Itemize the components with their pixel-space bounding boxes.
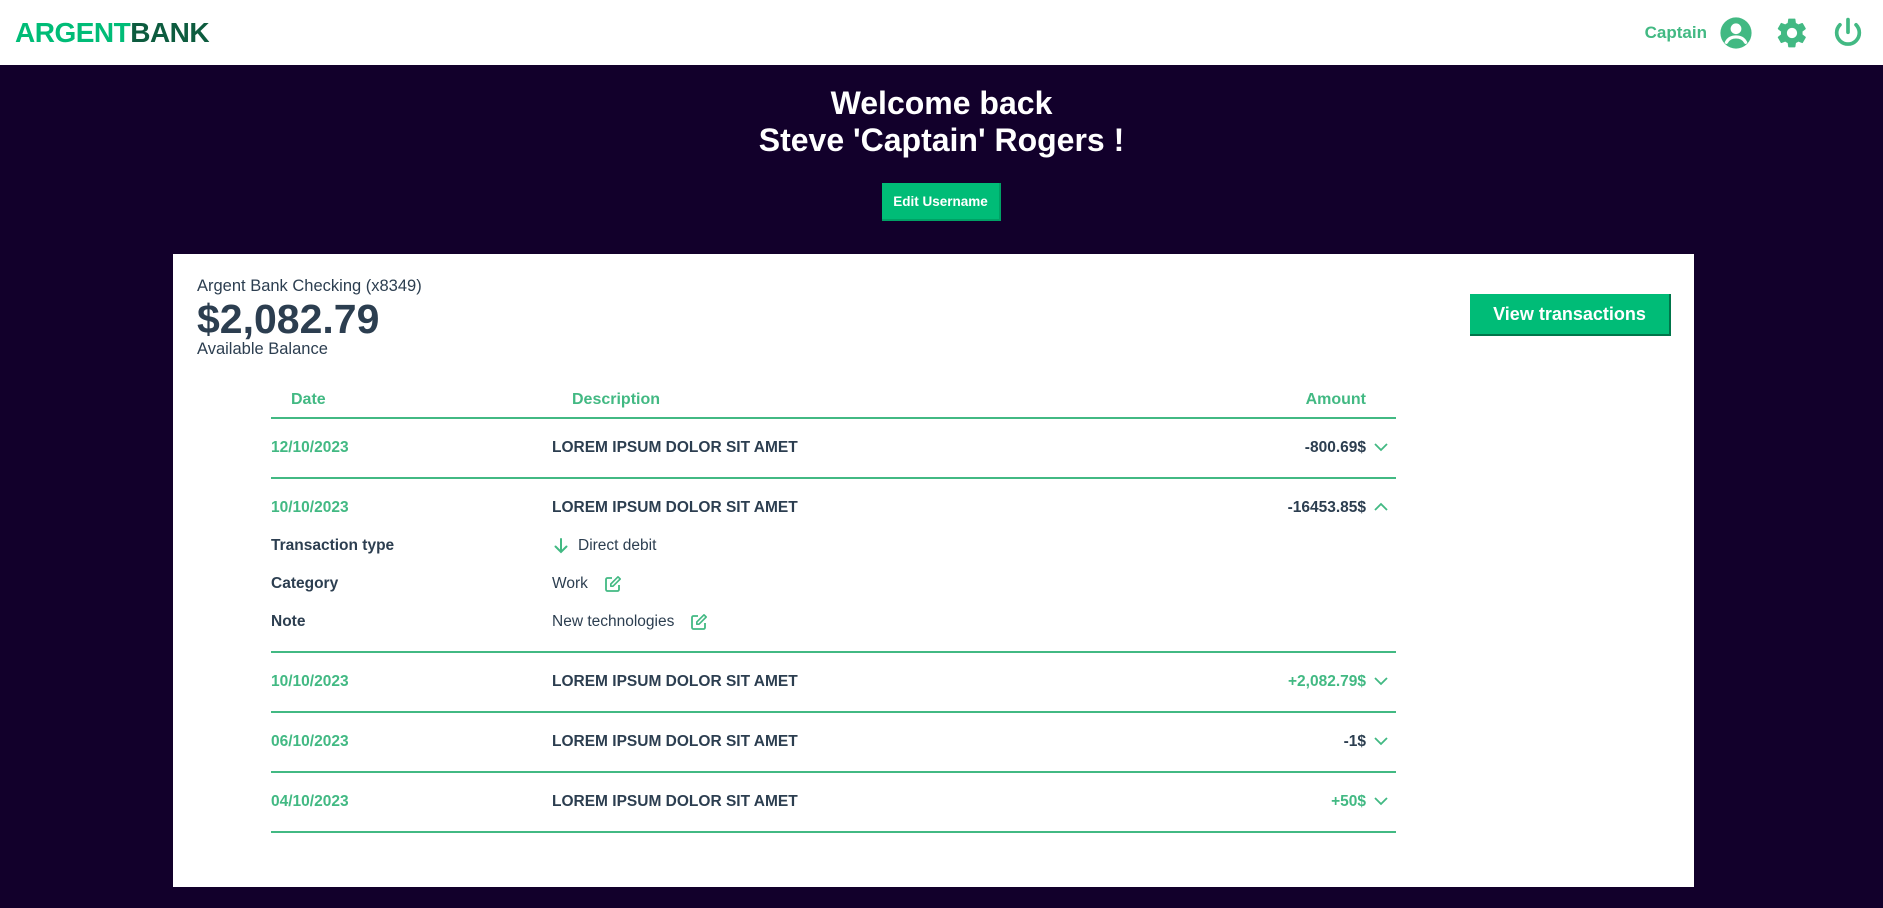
logo-part-argent: ARGENT: [15, 16, 131, 48]
transaction-amount: -800.69$: [1304, 439, 1366, 456]
welcome-header: Welcome back Steve 'Captain' Rogers ! Ed…: [0, 65, 1883, 221]
transaction-description: LOREM IPSUM DOLOR SIT AMET: [552, 733, 798, 750]
detail-value-category: Work: [552, 575, 622, 593]
transaction-date: 10/10/2023: [271, 673, 349, 690]
chevron-down-icon[interactable]: [1373, 793, 1389, 809]
transaction-description: LOREM IPSUM DOLOR SIT AMET: [552, 439, 798, 456]
edit-icon[interactable]: [690, 613, 708, 631]
transaction-amount: +2,082.79$: [1287, 673, 1366, 690]
transaction-date: 04/10/2023: [271, 793, 349, 810]
account-amount: $2,082.79: [197, 296, 380, 342]
detail-label-note: Note: [271, 613, 306, 630]
welcome-username: Steve 'Captain' Rogers !: [758, 122, 1125, 158]
column-header-date: Date: [291, 391, 326, 408]
detail-value-type: Direct debit: [552, 537, 656, 555]
nav-username-link[interactable]: Captain: [1645, 23, 1707, 43]
welcome-line-1: Welcome back: [830, 85, 1053, 121]
user-circle-icon[interactable]: [1719, 16, 1753, 50]
transaction-description: LOREM IPSUM DOLOR SIT AMET: [552, 499, 798, 516]
account-title: Argent Bank Checking (x8349): [197, 277, 422, 295]
transaction-row[interactable]: 04/10/2023 LOREM IPSUM DOLOR SIT AMET +5…: [271, 773, 1396, 833]
detail-label-category: Category: [271, 575, 339, 592]
column-header-description: Description: [572, 391, 661, 408]
column-header-amount: Amount: [1305, 391, 1366, 408]
power-icon[interactable]: [1831, 16, 1865, 50]
transaction-row[interactable]: 12/10/2023 LOREM IPSUM DOLOR SIT AMET -8…: [271, 419, 1396, 479]
chevron-up-icon[interactable]: [1373, 499, 1389, 515]
edit-username-button[interactable]: Edit Username: [882, 183, 1001, 221]
transaction-amount: -1$: [1343, 733, 1366, 750]
transactions-table: Date Description Amount 12/10/2023 LOREM…: [271, 385, 1396, 833]
transaction-row-expanded[interactable]: 10/10/2023 LOREM IPSUM DOLOR SIT AMET -1…: [271, 479, 1396, 653]
transaction-date: 06/10/2023: [271, 733, 349, 750]
transaction-date: 10/10/2023: [271, 499, 349, 516]
nav-right: Captain: [1645, 16, 1865, 50]
category-value: Work: [552, 575, 588, 592]
edit-icon[interactable]: [604, 575, 622, 593]
argent-bank-logo[interactable]: ARGENT BANK: [15, 16, 210, 49]
transaction-description: LOREM IPSUM DOLOR SIT AMET: [552, 673, 798, 690]
table-header: Date Description Amount: [271, 385, 1396, 419]
arrow-down-icon: [552, 537, 570, 555]
detail-label-type: Transaction type: [271, 537, 395, 554]
transaction-amount: -16453.85$: [1287, 499, 1366, 516]
transaction-type-value: Direct debit: [578, 537, 657, 554]
chevron-down-icon[interactable]: [1373, 439, 1389, 455]
chevron-down-icon[interactable]: [1373, 733, 1389, 749]
account-card: Argent Bank Checking (x8349) $2,082.79 A…: [173, 254, 1694, 887]
view-transactions-button[interactable]: View transactions: [1470, 294, 1671, 336]
transaction-row[interactable]: 06/10/2023 LOREM IPSUM DOLOR SIT AMET -1…: [271, 713, 1396, 773]
transaction-amount: +50$: [1331, 793, 1366, 810]
transaction-date: 12/10/2023: [271, 439, 349, 456]
detail-value-note: New technologies: [552, 613, 708, 631]
note-value: New technologies: [552, 613, 675, 630]
transaction-row[interactable]: 10/10/2023 LOREM IPSUM DOLOR SIT AMET +2…: [271, 653, 1396, 713]
chevron-down-icon[interactable]: [1373, 673, 1389, 689]
welcome-title: Welcome back Steve 'Captain' Rogers !: [0, 85, 1883, 159]
account-amount-description: Available Balance: [197, 340, 328, 358]
transaction-description: LOREM IPSUM DOLOR SIT AMET: [552, 793, 798, 810]
logo-part-bank: BANK: [130, 16, 210, 48]
gear-icon[interactable]: [1775, 16, 1809, 50]
top-navbar: ARGENT BANK Captain: [0, 0, 1883, 65]
